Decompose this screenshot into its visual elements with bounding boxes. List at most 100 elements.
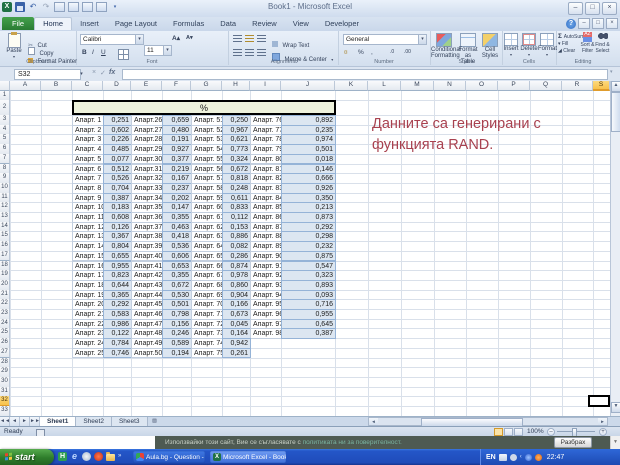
- restore-button[interactable]: □: [585, 2, 600, 15]
- cell-value[interactable]: 0,261: [222, 348, 251, 359]
- ribbon-restore-icon[interactable]: □: [592, 18, 604, 29]
- zoom-out-icon[interactable]: –: [547, 428, 555, 436]
- enter-icon[interactable]: ✓: [100, 69, 106, 77]
- overflow-chevron-icon[interactable]: »: [118, 452, 127, 461]
- shrink-font-button[interactable]: A▾: [186, 35, 193, 41]
- network-icon[interactable]: [525, 454, 532, 461]
- currency-icon[interactable]: ¤: [344, 49, 348, 56]
- align-top-icon[interactable]: [233, 35, 242, 43]
- cell-value[interactable]: 0,387: [281, 328, 336, 339]
- tab-page-layout[interactable]: Page Layout: [107, 17, 165, 30]
- comma-icon[interactable]: ,: [371, 49, 373, 56]
- next-sheet-icon[interactable]: ►: [20, 417, 30, 426]
- first-sheet-icon[interactable]: ◄◄: [0, 417, 10, 426]
- formula-bar-expand-icon[interactable]: ▾: [610, 69, 613, 75]
- cell-label[interactable]: Апарт. 25: [72, 348, 104, 359]
- align-middle-icon[interactable]: [245, 35, 254, 43]
- find-select-button[interactable]: Find &Select: [595, 32, 610, 54]
- scroll-down-icon[interactable]: ▼: [611, 402, 620, 413]
- number-format-combo[interactable]: General▾: [343, 34, 427, 45]
- paste-button[interactable]: Paste ▾: [4, 33, 24, 59]
- sheet-tab-sheet3[interactable]: Sheet3: [112, 417, 148, 426]
- name-box-dropdown-icon[interactable]: ▾: [77, 69, 86, 80]
- column-header[interactable]: A: [10, 81, 41, 91]
- format-cells-button[interactable]: Format▾: [538, 32, 556, 57]
- tab-insert[interactable]: Insert: [72, 17, 107, 30]
- sheet-tab-sheet2[interactable]: Sheet2: [76, 417, 112, 426]
- close-button[interactable]: ×: [602, 2, 617, 15]
- cancel-icon[interactable]: ×: [92, 69, 96, 76]
- conditional-formatting-button[interactable]: ConditionalFormatting: [431, 32, 457, 59]
- bold-button[interactable]: B: [82, 49, 87, 56]
- help-icon[interactable]: ?: [566, 19, 576, 29]
- start-button[interactable]: start: [0, 449, 54, 465]
- select-all-corner[interactable]: [0, 81, 10, 91]
- cell-label[interactable]: Апарт. 75: [191, 348, 223, 359]
- active-cell[interactable]: [588, 395, 610, 407]
- percent-icon[interactable]: %: [358, 49, 364, 56]
- insert-cells-button[interactable]: Insert▾: [502, 32, 520, 57]
- font-family-combo[interactable]: Calibri▾: [80, 34, 144, 45]
- zoom-level[interactable]: 100%: [527, 428, 544, 435]
- folder-icon[interactable]: [106, 454, 115, 461]
- sort-filter-button[interactable]: AZ Sort &Filter: [580, 32, 595, 54]
- align-right-icon[interactable]: [257, 49, 266, 57]
- delete-cells-button[interactable]: Delete▾: [520, 32, 538, 57]
- task-button[interactable]: XMicrosoft Excel - Book1: [210, 451, 286, 463]
- tab-file[interactable]: File: [2, 17, 34, 30]
- app-icon[interactable]: [82, 452, 91, 461]
- column-header[interactable]: L: [368, 81, 401, 91]
- status-icon[interactable]: [510, 454, 517, 461]
- tab-developer[interactable]: Developer: [317, 17, 367, 30]
- scroll-up-icon[interactable]: ▲: [611, 81, 620, 92]
- ribbon-minimize-icon[interactable]: –: [578, 18, 590, 29]
- zoom-in-icon[interactable]: +: [599, 428, 607, 436]
- align-center-icon[interactable]: [245, 49, 254, 57]
- tab-home[interactable]: Home: [34, 17, 72, 30]
- horizontal-scrollbar[interactable]: ◄ ►: [368, 417, 608, 426]
- privacy-policy-link[interactable]: политиката ни за поверителност.: [303, 439, 402, 446]
- cell-value[interactable]: 0,746: [103, 348, 132, 359]
- column-header[interactable]: H: [222, 81, 250, 91]
- tab-review[interactable]: Review: [244, 17, 285, 30]
- spreadsheet-grid[interactable]: Данните са генерирани с функцията RAND. …: [0, 81, 610, 416]
- column-header[interactable]: O: [466, 81, 498, 91]
- cookie-accept-button[interactable]: Разбрах: [554, 437, 592, 448]
- increase-decimal-icon[interactable]: .0: [390, 49, 394, 55]
- font-size-combo[interactable]: 11▾: [144, 45, 172, 56]
- clear-button[interactable]: ◢ Clear: [558, 48, 575, 54]
- name-box[interactable]: S32: [14, 69, 81, 80]
- scroll-left-icon[interactable]: ◄: [369, 418, 378, 425]
- orientation-icon[interactable]: [257, 35, 266, 43]
- column-header[interactable]: G: [191, 81, 222, 91]
- opera-icon[interactable]: [94, 452, 103, 461]
- collapse-chevron-icon[interactable]: ‹: [520, 454, 522, 460]
- tab-formulas[interactable]: Formulas: [165, 17, 212, 30]
- column-header[interactable]: Q: [530, 81, 562, 91]
- column-header[interactable]: K: [335, 81, 368, 91]
- formula-input[interactable]: [122, 69, 608, 80]
- underline-button[interactable]: U: [101, 49, 106, 56]
- column-header[interactable]: F: [162, 81, 191, 91]
- last-sheet-icon[interactable]: ►►: [30, 417, 40, 426]
- sheet-tab-sheet1[interactable]: Sheet1: [40, 417, 76, 426]
- tab-view[interactable]: View: [285, 17, 317, 30]
- normal-view-icon[interactable]: [494, 428, 503, 436]
- ribbon-close-icon[interactable]: ×: [606, 18, 618, 29]
- column-header[interactable]: N: [434, 81, 466, 91]
- language-indicator[interactable]: EN: [486, 454, 496, 461]
- cell-value[interactable]: 0,194: [162, 348, 192, 359]
- vertical-scroll-thumb[interactable]: [611, 92, 620, 132]
- cell-label[interactable]: Апарт. 98: [250, 328, 282, 339]
- grow-font-button[interactable]: A▴: [172, 34, 180, 42]
- column-header[interactable]: R: [562, 81, 593, 91]
- page-scroll-down-icon[interactable]: ▼: [610, 436, 620, 449]
- column-header[interactable]: P: [498, 81, 530, 91]
- column-header[interactable]: B: [41, 81, 72, 91]
- scroll-right-icon[interactable]: ►: [598, 418, 607, 425]
- fill-button[interactable]: ▾ Fill: [558, 41, 568, 47]
- page-break-view-icon[interactable]: [514, 428, 523, 436]
- h-app-icon[interactable]: H: [58, 452, 67, 461]
- tab-data[interactable]: Data: [212, 17, 244, 30]
- minimize-button[interactable]: –: [568, 2, 583, 15]
